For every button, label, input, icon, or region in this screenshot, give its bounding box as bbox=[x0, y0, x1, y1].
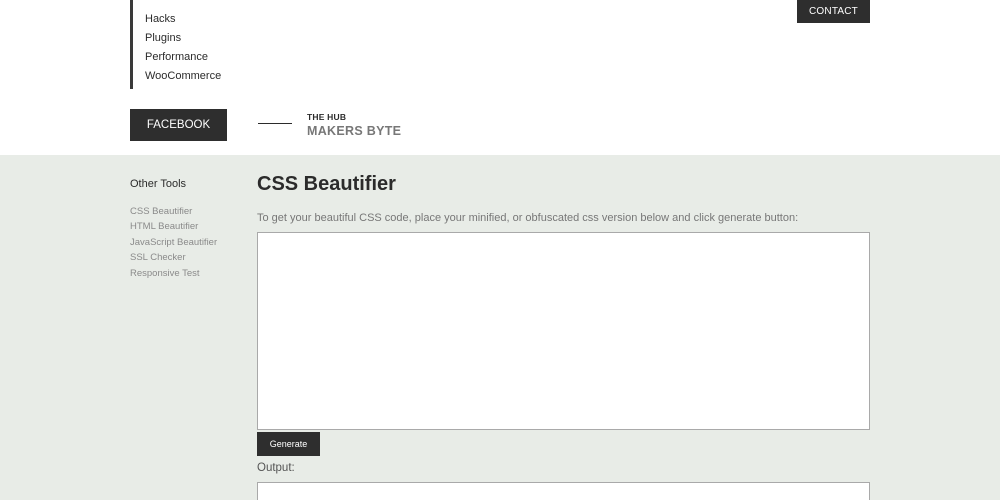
tool-link-responsive-test[interactable]: Responsive Test bbox=[130, 266, 217, 281]
nav-item-woocommerce[interactable]: WooCommerce bbox=[145, 67, 250, 86]
other-tools-heading: Other Tools bbox=[130, 178, 187, 190]
facebook-button[interactable]: FACEBOOK bbox=[130, 109, 227, 141]
hub-eyebrow: THE HUB bbox=[307, 112, 347, 122]
nav-item-plugins[interactable]: Plugins bbox=[145, 29, 250, 48]
category-nav: Hacks Plugins Performance WooCommerce bbox=[130, 0, 250, 89]
nav-item-hacks[interactable]: Hacks bbox=[145, 10, 250, 29]
css-input-textarea[interactable] bbox=[257, 232, 870, 430]
hub-brand-link[interactable]: MAKERS BYTE bbox=[307, 124, 401, 138]
output-label: Output: bbox=[257, 462, 295, 474]
tool-link-html-beautifier[interactable]: HTML Beautifier bbox=[130, 219, 217, 234]
hub-divider-line bbox=[258, 123, 292, 124]
top-header: Hacks Plugins Performance WooCommerce CO… bbox=[0, 0, 1000, 155]
tool-link-css-beautifier[interactable]: CSS Beautifier bbox=[130, 204, 217, 219]
main-content: Other Tools CSS Beautifier HTML Beautifi… bbox=[0, 155, 1000, 500]
output-textarea[interactable] bbox=[257, 482, 870, 500]
instructions-text: To get your beautiful CSS code, place yo… bbox=[257, 212, 799, 224]
contact-button[interactable]: CONTACT bbox=[797, 0, 870, 23]
tool-link-javascript-beautifier[interactable]: JavaScript Beautifier bbox=[130, 235, 217, 250]
page-title: CSS Beautifier bbox=[257, 173, 396, 195]
generate-button[interactable]: Generate bbox=[257, 432, 320, 456]
nav-item-performance[interactable]: Performance bbox=[145, 48, 250, 67]
other-tools-list: CSS Beautifier HTML Beautifier JavaScrip… bbox=[130, 204, 217, 281]
tool-link-ssl-checker[interactable]: SSL Checker bbox=[130, 250, 217, 265]
